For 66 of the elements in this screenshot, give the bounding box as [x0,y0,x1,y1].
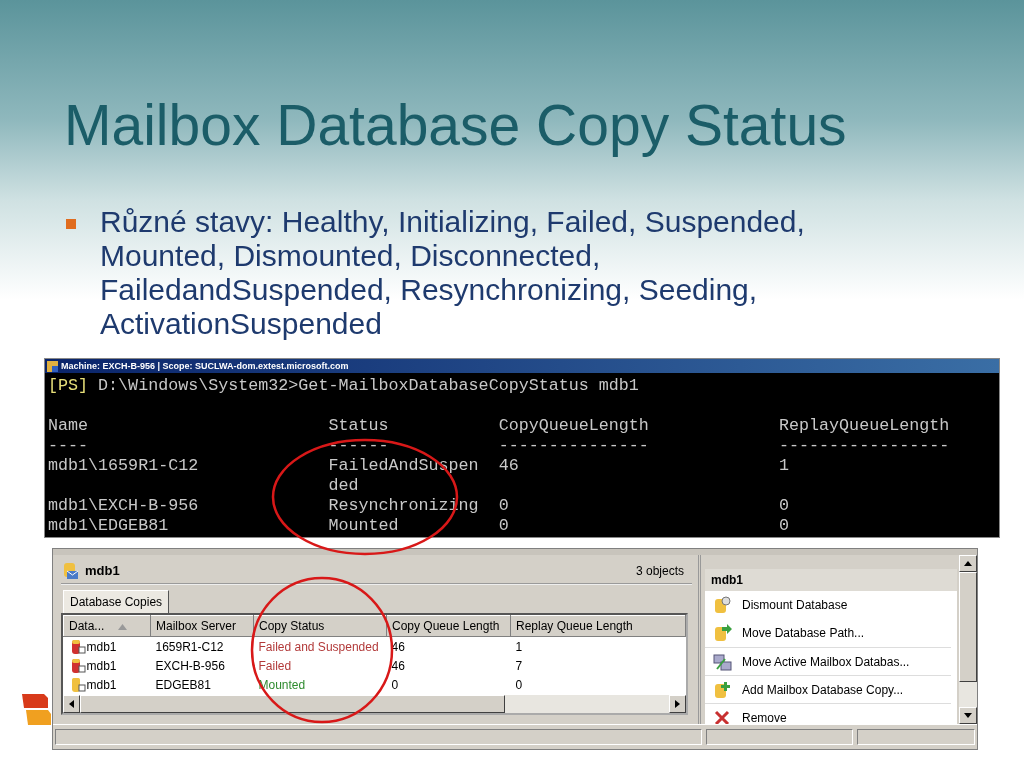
scroll-thumb[interactable] [959,572,977,682]
slide-title: Mailbox Database Copy Status [63,92,848,159]
table-cell: 1 [510,636,686,656]
bullet-icon [66,219,76,229]
pane-title: mdb1 [85,562,120,581]
table-cell-text: 0 [390,677,400,695]
console-title: Machine: EXCH-B-956 | Scope: SUCLWA-dom.extest.microsoft.com [61,361,349,371]
console-cell: 0 [779,516,790,535]
header-underline: ---- [48,436,90,456]
column-header: ReplayQueueLength [779,416,951,436]
database-icon [61,562,79,580]
header-underline: ------ [328,436,390,456]
scroll-left-icon[interactable] [69,700,74,708]
console-cell: mdb1\EDGEB81 [48,516,169,535]
action-item[interactable]: Add Mailbox Database Copy... [705,675,951,703]
folder-tabs-icon [20,692,52,726]
table-cell-text: 46 [390,657,406,675]
column-header[interactable]: Mailbox Server [150,615,254,637]
scroll-thumb[interactable] [80,695,505,713]
console-cell: 46 [498,456,519,475]
console-cell-text: Mounted [328,516,400,536]
monitors-arrow-icon [713,652,732,671]
column-header: Name [48,416,90,436]
action-item[interactable]: Move Database Path... [705,619,951,647]
table-cell-text: mdb1 [86,677,117,695]
scroll-right-icon[interactable] [675,700,680,708]
table-cell-text: 7 [514,657,524,675]
column-header[interactable]: Copy Status [253,615,387,637]
actions-header: mdb1 [705,569,957,591]
console-cell: 0 [779,496,790,515]
table-cell-text: EDGEB81 [154,677,212,695]
tab[interactable]: Database Copies [63,590,170,613]
delete-x-icon [713,708,732,724]
console-cell: 0 [498,496,509,515]
header-underline: ----------------- [779,436,951,456]
console-cell: 1 [779,456,790,475]
column-header[interactable]: Data... [63,615,151,637]
console-cell: mdb1\1659R1-C12 [48,456,199,475]
prompt-tag: [PS] [48,376,89,395]
action-item[interactable]: Dismount Database [705,591,951,619]
header-underline: --------------- [498,436,650,456]
table-cell-text: 0 [514,677,524,695]
status-cell-text: Failed [257,657,293,675]
scroll-up-icon[interactable] [964,561,972,566]
table-cell-text: mdb1 [86,657,117,675]
bullet-text: Různé stavy: Healthy, Initializing, Failed, Suspended, Mounted, Dismounted, Disconnected, FailedandSuspended, Resynchronizing, Seeding, ActivationSuspended [100,205,806,342]
column-header[interactable]: Copy Queue Length [386,615,511,637]
terminal-icon [47,360,58,372]
object-count: 3 objects [635,563,684,580]
column-header: CopyQueueLength [498,416,650,436]
plus-document-icon [713,680,732,699]
action-item[interactable]: Remove [705,703,951,724]
arrow-document-icon [713,624,732,642]
table-cell: 46 [386,636,511,656]
command-text: D:\Windows\System32>Get-MailboxDatabaseCopyStatus mdb1 [98,376,639,395]
column-header: Status [328,416,390,436]
console-cell: mdb1\EXCH-B-956 [48,496,199,515]
console-cell: 0 [498,516,509,535]
clock-document-icon [713,596,732,614]
status-cell: Failed and Suspended [253,636,387,656]
column-header[interactable]: Replay Queue Length [510,615,686,637]
action-item[interactable]: Move Active Mailbox Databas... [705,647,951,675]
table-cell: 1659R1-C12 [150,636,254,656]
table-cell-text: mdb1 [86,638,117,656]
table-cell-text: EXCH-B-956 [154,657,226,675]
scroll-down-icon[interactable] [964,713,972,718]
